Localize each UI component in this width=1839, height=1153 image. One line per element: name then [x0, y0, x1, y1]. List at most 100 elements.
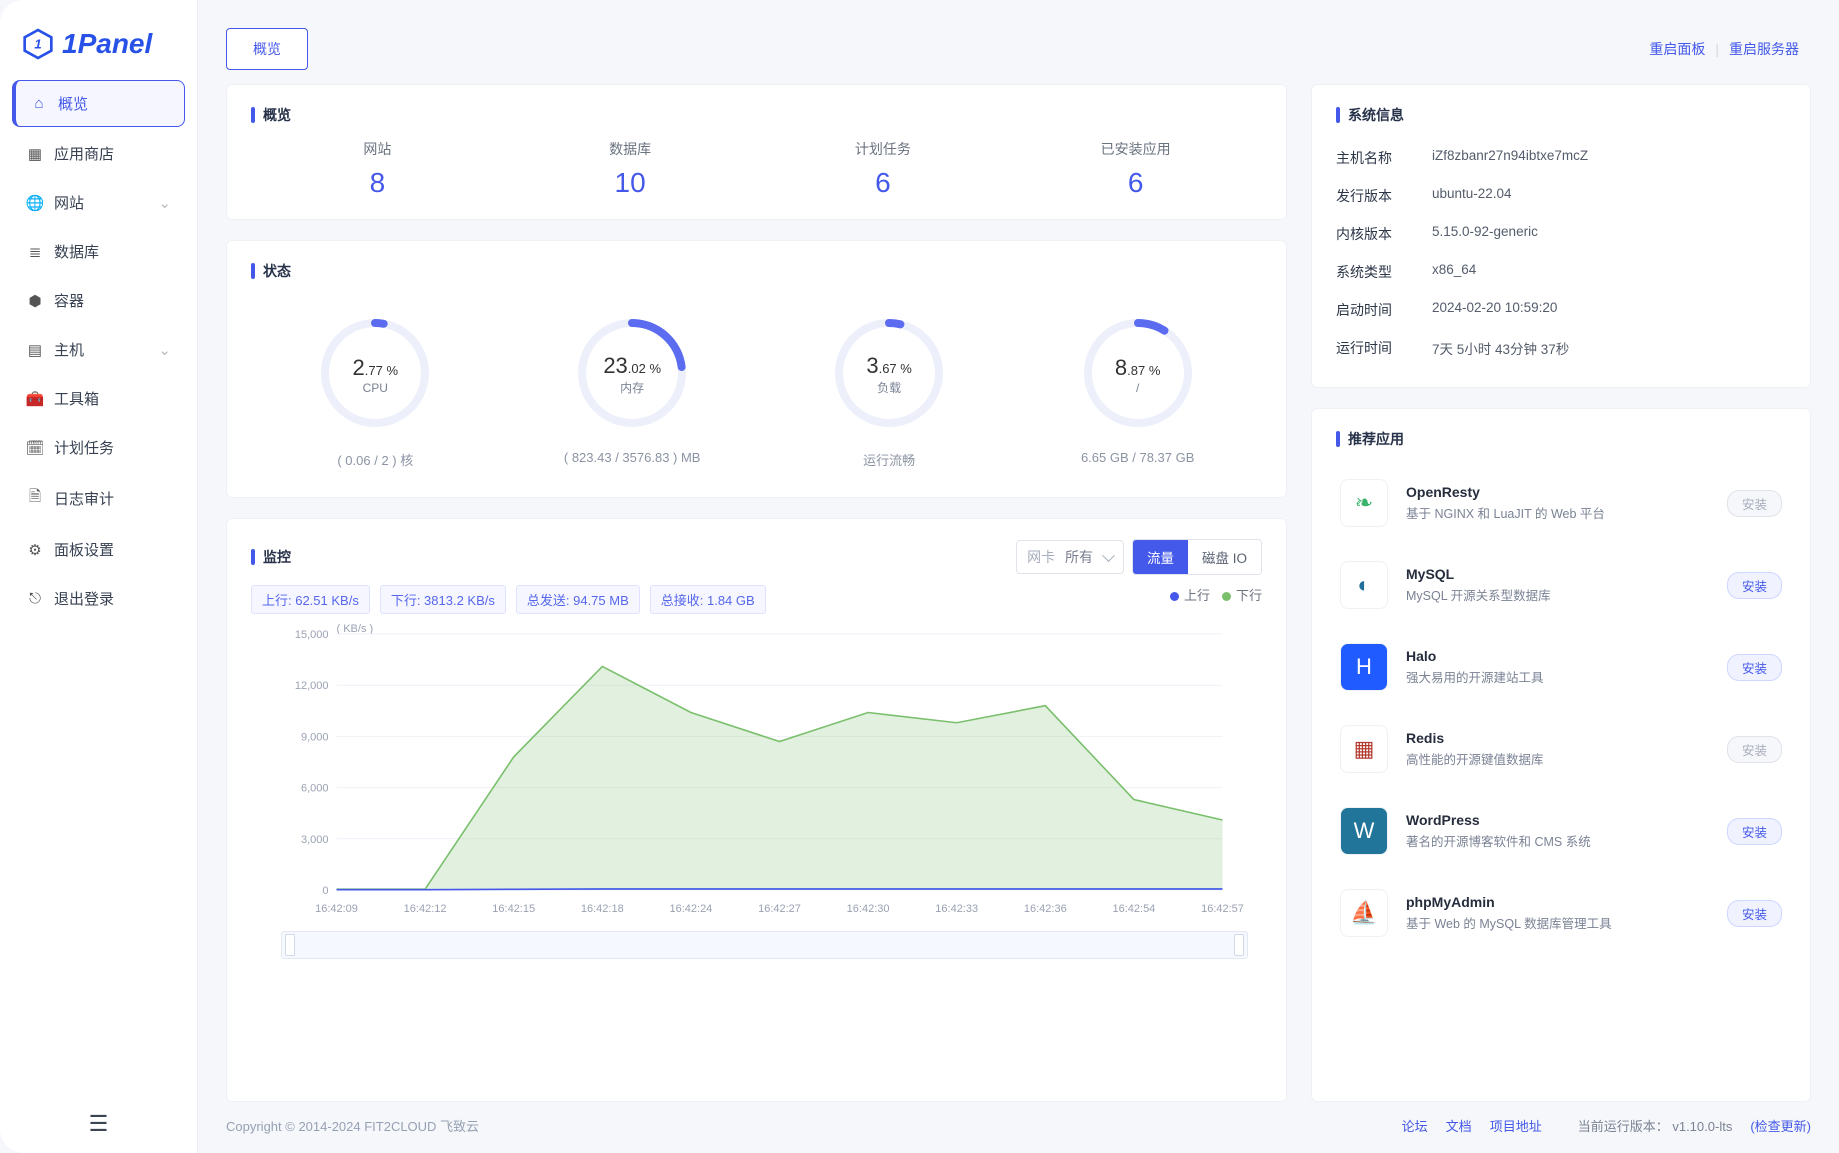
- footer-copyright: Copyright © 2014-2024 FIT2CLOUD 飞致云: [226, 1116, 479, 1135]
- app-desc: 强大易用的开源建站工具: [1406, 667, 1709, 686]
- chevron-down-icon: ⌄: [158, 194, 171, 212]
- seg-disk-io[interactable]: 磁盘 IO: [1188, 540, 1261, 574]
- seg-traffic[interactable]: 流量: [1133, 540, 1188, 574]
- nic-select[interactable]: 网卡 所有: [1016, 540, 1124, 574]
- main: 概览 重启面板 | 重启服务器 概览 网站 8数据库 10计划任务 6已安装应用…: [198, 0, 1839, 1153]
- app-install-button[interactable]: 安装: [1727, 900, 1782, 927]
- overview-metric[interactable]: 网站 8: [251, 139, 504, 199]
- svg-text:( KB/s ): ( KB/s ): [337, 623, 374, 635]
- collapse-icon[interactable]: ☰: [89, 1111, 109, 1137]
- gauge-subtext: 运行流畅: [829, 450, 949, 469]
- sysinfo-row: 内核版本 5.15.0-92-generic: [1336, 215, 1786, 253]
- footer-link[interactable]: 文档: [1446, 1119, 1472, 1134]
- legend-down: 下行: [1222, 585, 1262, 614]
- sidebar-item-label: 数据库: [54, 241, 99, 262]
- app-icon: ▦: [1340, 725, 1388, 773]
- restart-server-link[interactable]: 重启服务器: [1729, 39, 1799, 59]
- app-desc: 基于 Web 的 MySQL 数据库管理工具: [1406, 913, 1709, 932]
- doc-icon: 🗎: [26, 486, 44, 511]
- sysinfo-value: iZf8zbanr27n94ibtxe7mcZ: [1432, 148, 1588, 168]
- sidebar-item-logout[interactable]: ⎋ 退出登录: [12, 576, 185, 621]
- monitor-card: 监控 网卡 所有 流量 磁盘 IO: [226, 518, 1287, 1102]
- sidebar-item-label: 日志审计: [54, 488, 114, 509]
- topbar: 概览 重启面板 | 重启服务器: [198, 0, 1839, 84]
- footer-check-update[interactable]: (检查更新): [1750, 1116, 1811, 1135]
- server-icon: ▤: [26, 341, 44, 359]
- svg-text:16:42:27: 16:42:27: [758, 903, 801, 915]
- overview-metric[interactable]: 计划任务 6: [757, 139, 1010, 199]
- svg-text:16:42:33: 16:42:33: [935, 903, 978, 915]
- restart-panel-link[interactable]: 重启面板: [1649, 39, 1705, 59]
- svg-text:16:42:36: 16:42:36: [1024, 903, 1067, 915]
- traffic-chart: ( KB/s )03,0006,0009,00012,00015,00016:4…: [251, 620, 1262, 920]
- overview-metric[interactable]: 数据库 10: [504, 139, 757, 199]
- home-icon: ⌂: [30, 95, 48, 112]
- status-gauge[interactable]: 3.67 % 负载 运行流畅: [829, 313, 949, 469]
- sidebar-item-doc[interactable]: 🗎 日志审计: [12, 474, 185, 523]
- chart-time-scrubber[interactable]: [281, 931, 1248, 959]
- metric-value: 10: [504, 167, 757, 199]
- container-icon: ⬢: [26, 292, 44, 310]
- calendar-icon: 🗓: [26, 439, 44, 457]
- svg-text:16:42:30: 16:42:30: [847, 903, 890, 915]
- status-gauge[interactable]: 8.87 % / 6.65 GB / 78.37 GB: [1078, 313, 1198, 469]
- app-install-button[interactable]: 安装: [1727, 818, 1782, 845]
- sidebar-item-label: 应用商店: [54, 143, 114, 164]
- sidebar-item-label: 容器: [54, 290, 84, 311]
- svg-text:16:42:12: 16:42:12: [404, 903, 447, 915]
- svg-text:16:42:24: 16:42:24: [669, 903, 712, 915]
- monitor-stat-chip: 总发送: 94.75 MB: [516, 585, 640, 614]
- tab-overview[interactable]: 概览: [226, 28, 308, 70]
- metric-label: 计划任务: [757, 139, 1010, 159]
- chevron-down-icon: ⌄: [158, 341, 171, 359]
- svg-text:16:42:09: 16:42:09: [315, 903, 358, 915]
- sysinfo-value: 2024-02-20 10:59:20: [1432, 300, 1557, 320]
- sidebar: 1 1Panel ⌂ 概览 ▦ 应用商店 🌐 网站 ⌄≣ 数据库 ⬢ 容器 ▤ …: [0, 0, 198, 1153]
- app-desc: 高性能的开源键值数据库: [1406, 749, 1709, 768]
- svg-text:12,000: 12,000: [295, 680, 329, 692]
- status-gauge[interactable]: 2.77 % CPU ( 0.06 / 2 ) 核: [315, 313, 435, 469]
- sidebar-item-globe[interactable]: 🌐 网站 ⌄: [12, 180, 185, 225]
- app-icon: W: [1340, 807, 1388, 855]
- sidebar-item-grid[interactable]: ▦ 应用商店: [12, 131, 185, 176]
- sidebar-item-layers[interactable]: ≣ 数据库: [12, 229, 185, 274]
- overview-title: 概览: [251, 105, 1262, 125]
- gauge-value: 3.67 %: [866, 353, 912, 379]
- apps-card: 推荐应用 ❧ OpenResty 基于 NGINX 和 LuaJIT 的 Web…: [1311, 408, 1811, 1102]
- status-gauge[interactable]: 23.02 % 内存 ( 823.43 / 3576.83 ) MB: [564, 313, 701, 469]
- gauge-label: 负载: [877, 379, 901, 396]
- app-icon: ❧: [1340, 479, 1388, 527]
- sysinfo-row: 系统类型 x86_64: [1336, 253, 1786, 291]
- gauge-value: 8.87 %: [1115, 355, 1161, 381]
- sidebar-item-home[interactable]: ⌂ 概览: [12, 80, 185, 127]
- sidebar-item-server[interactable]: ▤ 主机 ⌄: [12, 327, 185, 372]
- metric-value: 6: [757, 167, 1010, 199]
- sysinfo-row: 主机名称 iZf8zbanr27n94ibtxe7mcZ: [1336, 139, 1786, 177]
- footer-link[interactable]: 论坛: [1402, 1119, 1428, 1134]
- metric-label: 数据库: [504, 139, 757, 159]
- sidebar-item-label: 计划任务: [54, 437, 114, 458]
- metric-value: 6: [1009, 167, 1262, 199]
- app-icon: H: [1340, 643, 1388, 691]
- footer-link[interactable]: 项目地址: [1490, 1119, 1542, 1134]
- sidebar-item-container[interactable]: ⬢ 容器: [12, 278, 185, 323]
- sidebar-item-calendar[interactable]: 🗓 计划任务: [12, 425, 185, 470]
- nic-select-label: 网卡: [1027, 549, 1055, 565]
- app-install-button[interactable]: 安装: [1727, 572, 1782, 599]
- sysinfo-key: 主机名称: [1336, 148, 1412, 168]
- app-install-button[interactable]: 安装: [1727, 654, 1782, 681]
- sysinfo-key: 系统类型: [1336, 262, 1412, 282]
- app-install-button[interactable]: 安装: [1727, 736, 1782, 763]
- sysinfo-row: 运行时间 7天 5小时 43分钟 37秒: [1336, 329, 1786, 367]
- gauge-subtext: 6.65 GB / 78.37 GB: [1078, 450, 1198, 465]
- gauge-subtext: ( 823.43 / 3576.83 ) MB: [564, 450, 701, 465]
- app-name: OpenResty: [1406, 484, 1709, 500]
- svg-text:0: 0: [322, 885, 328, 897]
- sidebar-item-gear[interactable]: ⚙ 面板设置: [12, 527, 185, 572]
- app-install-button[interactable]: 安装: [1727, 490, 1782, 517]
- sysinfo-key: 启动时间: [1336, 300, 1412, 320]
- sidebar-item-toolbox[interactable]: 🧰 工具箱: [12, 376, 185, 421]
- brand-logo[interactable]: 1 1Panel: [12, 20, 185, 80]
- metric-label: 网站: [251, 139, 504, 159]
- overview-metric[interactable]: 已安装应用 6: [1009, 139, 1262, 199]
